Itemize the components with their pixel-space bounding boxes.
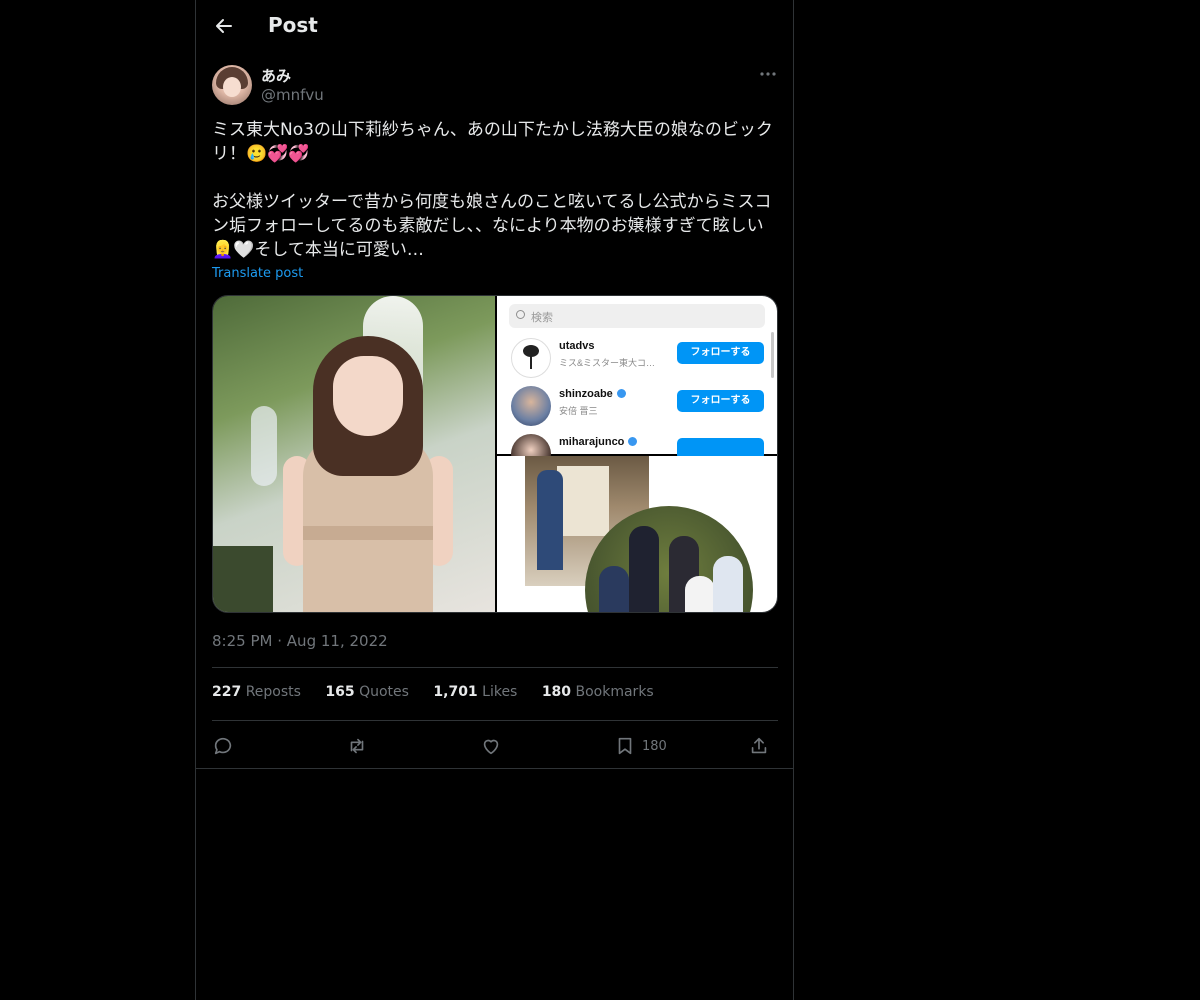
post-text: ミス東大No3の山下莉紗ちゃん、あの山下たかし法務大臣の娘なのビックリ！🥲💞💞 … xyxy=(212,118,777,262)
stat-bookmarks[interactable]: 180 Bookmarks xyxy=(542,684,654,700)
share-icon xyxy=(751,737,767,754)
account-avatar xyxy=(511,386,551,426)
bookmark-icon xyxy=(618,737,632,755)
post-paragraph: ミス東大No3の山下莉紗ちゃん、あの山下たかし法務大臣の娘なのビックリ！🥲💞💞 xyxy=(212,120,773,164)
follow-button: フォローする xyxy=(677,390,764,412)
media-screenshot-follow-list[interactable]: 検索 utadvs ミス&ミスター東大コ… フォローする shinzoabe 安… xyxy=(497,296,777,474)
stat-likes[interactable]: 1,701 Likes xyxy=(433,684,517,700)
post-column: Post あみ @mnfvu ミス東大No3の山下莉紗ちゃん、あの山下たかし法務… xyxy=(195,0,794,1000)
divider xyxy=(212,667,778,668)
reply-button[interactable] xyxy=(212,733,234,759)
search-placeholder: 検索 xyxy=(531,312,553,324)
account-username: miharajunco xyxy=(559,436,638,448)
account-subtitle: 安倍 晋三 xyxy=(559,406,598,416)
follow-button: フォローする xyxy=(677,342,764,364)
avatar[interactable] xyxy=(212,65,252,105)
account-subtitle: ミス&ミスター東大コ… xyxy=(559,358,656,368)
more-options-button[interactable] xyxy=(758,64,778,84)
back-button[interactable] xyxy=(212,14,236,38)
stat-reposts[interactable]: 227 Reposts xyxy=(212,684,301,700)
search-icon xyxy=(516,310,525,319)
tree-logo-icon xyxy=(523,345,539,369)
search-bar: 検索 xyxy=(509,304,765,328)
repost-button[interactable] xyxy=(346,733,368,759)
author-handle[interactable]: @mnfvu xyxy=(261,86,324,104)
post-stats: 227 Reposts 165 Quotes 1,701 Likes 180 B… xyxy=(212,684,674,700)
media-photo-portrait[interactable] xyxy=(213,296,495,612)
list-item: shinzoabe 安倍 晋三 フォローする xyxy=(497,382,777,430)
media-photo-family[interactable] xyxy=(497,456,777,612)
arrow-left-icon xyxy=(216,19,232,33)
verified-icon xyxy=(616,389,626,398)
post-timestamp[interactable]: 8:25 PM · Aug 11, 2022 xyxy=(212,632,388,650)
heart-icon xyxy=(483,739,499,755)
list-item: utadvs ミス&ミスター東大コ… フォローする xyxy=(497,334,777,382)
divider xyxy=(196,768,793,769)
verified-icon xyxy=(628,437,638,446)
account-username: shinzoabe xyxy=(559,388,626,400)
post-paragraph: お父様ツイッターで昔から何度も娘さんのこと呟いてるし公式からミスコン垢フォローし… xyxy=(212,192,772,260)
bookmark-button[interactable]: 180 xyxy=(614,733,667,759)
more-horizontal-icon xyxy=(760,72,776,76)
share-button[interactable] xyxy=(748,733,770,759)
author-display-name[interactable]: あみ xyxy=(261,65,291,86)
repost-icon xyxy=(350,738,364,754)
translate-post-link[interactable]: Translate post xyxy=(212,266,303,281)
media-grid: 検索 utadvs ミス&ミスター東大コ… フォローする shinzoabe 安… xyxy=(212,295,778,613)
divider xyxy=(212,720,778,721)
bookmark-count: 180 xyxy=(642,738,667,754)
reply-icon xyxy=(214,737,232,755)
page-title: Post xyxy=(268,13,318,37)
account-username: utadvs xyxy=(559,340,595,352)
action-bar: 180 xyxy=(212,733,778,759)
stat-quotes[interactable]: 165 Quotes xyxy=(325,684,409,700)
account-avatar xyxy=(511,338,551,378)
like-button[interactable] xyxy=(480,733,502,759)
post-header: Post xyxy=(196,0,793,54)
